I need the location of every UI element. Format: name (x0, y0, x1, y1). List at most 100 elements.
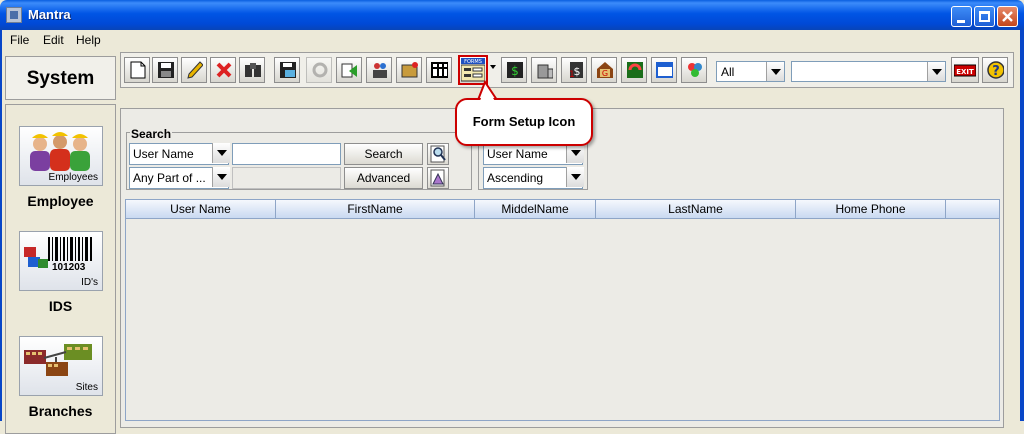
sidebar: Employees Employee 101203 ID's IDS Sites… (5, 104, 116, 434)
sort-field-dropdown[interactable] (562, 143, 584, 165)
sync-button[interactable] (621, 57, 647, 83)
search-input-secondary (232, 167, 341, 189)
chevron-down-icon (212, 167, 230, 187)
search-match-dropdown[interactable] (208, 167, 230, 189)
window-border-right (1020, 30, 1024, 421)
chevron-down-icon (212, 143, 230, 163)
building-button[interactable] (531, 57, 557, 83)
sort-order-value: Ascending (487, 171, 544, 185)
column-header-firstname[interactable]: FirstName (276, 200, 475, 219)
sort-field-value: User Name (487, 147, 548, 161)
sidebar-label-employee: Employee (27, 193, 94, 209)
sort-order-select[interactable]: Ascending (483, 167, 584, 189)
column-header-username[interactable]: User Name (126, 200, 276, 219)
column-header-extra (946, 200, 999, 219)
exit-icon: EXIT (954, 64, 976, 77)
column-header-homephone[interactable]: Home Phone (796, 200, 946, 219)
column-header-middlename[interactable]: MiddelName (475, 200, 596, 219)
new-document-icon (130, 61, 146, 79)
save-data-icon (280, 62, 296, 78)
maximize-button[interactable] (974, 6, 995, 27)
search-field-value: User Name (133, 147, 194, 161)
advanced-icon-button[interactable] (427, 167, 449, 189)
sites-caption: Sites (75, 382, 98, 393)
close-button[interactable] (997, 6, 1018, 27)
sort-order-dropdown[interactable] (562, 167, 584, 189)
employees-caption: Employees (48, 172, 98, 183)
building-icon (537, 64, 553, 79)
system-header: System (5, 56, 116, 100)
transfer-icon (341, 63, 357, 78)
window-button[interactable] (651, 57, 677, 83)
minimize-button[interactable] (951, 6, 972, 27)
save-button[interactable] (152, 57, 178, 83)
search-match-select[interactable]: Any Part of ... (129, 167, 230, 189)
help-button[interactable]: ? (982, 57, 1008, 83)
results-table: User Name FirstName MiddelName LastName … (125, 199, 1000, 421)
advanced-button[interactable]: Advanced (344, 167, 423, 189)
exit-button[interactable]: EXIT (951, 57, 979, 83)
filter-select-value: All (721, 65, 735, 79)
svg-text:1: 1 (569, 70, 575, 79)
chevron-down-icon (566, 167, 584, 187)
users-button[interactable] (366, 57, 392, 83)
binoculars-icon (245, 63, 261, 77)
help-icon: ? (987, 61, 1004, 79)
home-g-button[interactable]: G (591, 57, 617, 83)
grid-button[interactable] (426, 57, 452, 83)
payroll-button[interactable]: $1 (561, 57, 587, 83)
column-header-lastname[interactable]: LastName (596, 200, 796, 219)
payroll-icon: $1 (569, 62, 583, 79)
form-setup-icon: FORMS (461, 58, 485, 82)
svg-text:$: $ (511, 64, 519, 78)
secondary-select[interactable] (791, 61, 946, 82)
advanced-search-icon (430, 169, 445, 187)
menu-edit[interactable]: Edit (43, 33, 64, 47)
reports-button[interactable]: $ (501, 57, 527, 83)
sidebar-item-ids[interactable]: 101203 ID's (19, 231, 103, 291)
sidebar-item-employee[interactable]: Employees (19, 126, 103, 186)
money-film-icon: $ (507, 62, 523, 78)
magnifier-icon (430, 145, 446, 163)
users-icon (373, 63, 387, 78)
delete-button[interactable] (210, 57, 236, 83)
search-match-value: Any Part of ... (133, 171, 206, 185)
employees-icon (30, 132, 90, 171)
palette-button[interactable] (681, 57, 707, 83)
search-icon-button[interactable] (427, 143, 449, 165)
refresh-button[interactable] (306, 57, 332, 83)
window-title: Mantra (28, 7, 71, 22)
chevron-down-icon (766, 62, 784, 81)
menu-help[interactable]: Help (76, 33, 101, 47)
new-button[interactable] (124, 57, 150, 83)
ids-caption: ID's (81, 277, 98, 288)
form-setup-dropdown-arrow[interactable] (490, 65, 496, 69)
search-field-select[interactable]: User Name (129, 143, 230, 165)
form-setup-callout: Form Setup Icon (455, 98, 593, 146)
save-icon (158, 62, 174, 78)
search-input[interactable] (232, 143, 341, 165)
pencil-icon (187, 61, 203, 79)
filter-select[interactable]: All (716, 61, 785, 82)
grid-icon (431, 62, 448, 78)
search-button[interactable]: Search (344, 143, 423, 165)
find-button[interactable] (239, 57, 265, 83)
sidebar-item-branches[interactable]: Sites (19, 336, 103, 396)
sites-icon (24, 344, 92, 376)
form-setup-button[interactable]: FORMS (458, 55, 488, 85)
edit-button[interactable] (181, 57, 207, 83)
chevron-down-icon (566, 143, 584, 163)
menu-file[interactable]: File (10, 33, 29, 47)
refresh-icon (312, 62, 328, 78)
transfer-button[interactable] (336, 57, 362, 83)
palette-icon (688, 63, 702, 77)
sort-field-select[interactable]: User Name (483, 143, 584, 165)
house-g-icon: G (597, 62, 613, 78)
svg-text:?: ? (992, 64, 1000, 79)
sidebar-label-branches: Branches (28, 403, 93, 419)
menu-bar: File Edit Help (0, 30, 1024, 50)
system-title: System (26, 68, 95, 89)
save-record-button[interactable] (274, 57, 300, 83)
cards-button[interactable] (396, 57, 422, 83)
search-field-dropdown[interactable] (208, 143, 230, 165)
